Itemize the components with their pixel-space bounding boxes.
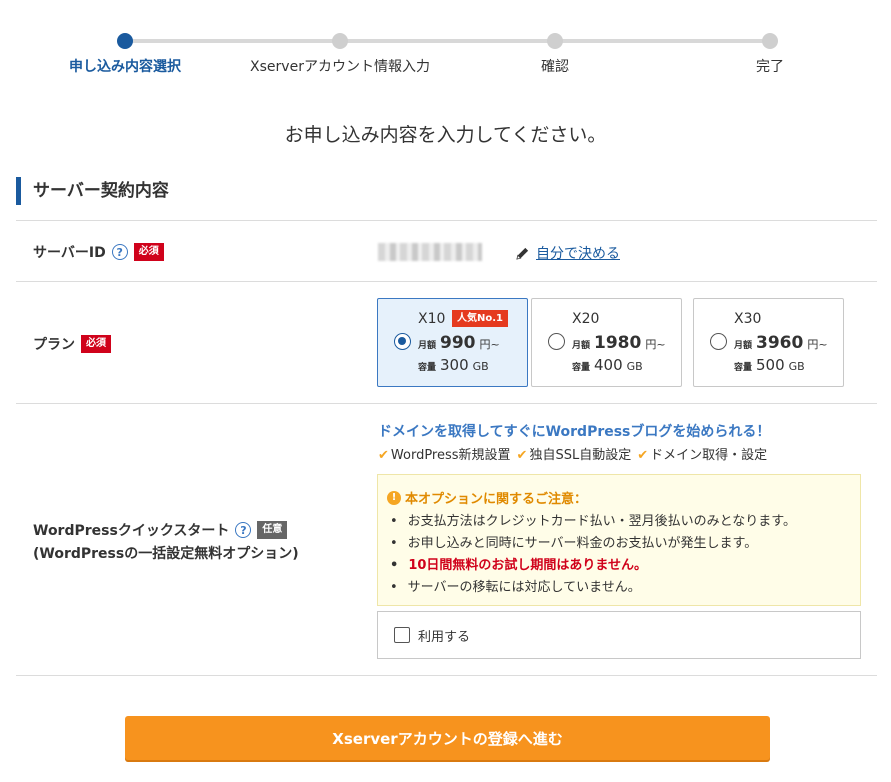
plan-radio-x10[interactable]: [394, 333, 411, 350]
check-icon: ✔: [516, 448, 528, 463]
progress-stepper: 申し込み内容選択 Xserverアカウント情報入力 確認 完了: [0, 0, 891, 90]
plan-label: プラン 必須: [33, 334, 111, 354]
capacity-line: 容量 400 GB: [572, 356, 643, 374]
plan-name: X10: [418, 311, 446, 327]
custom-id-link[interactable]: 自分で決める: [515, 243, 620, 263]
wp-promo-text: ドメインを取得してすぐにWordPressブログを始められる！: [378, 424, 771, 440]
price-line: 月額 990 円~: [418, 333, 500, 353]
wp-feature-list: ✔ WordPress新規設置 ✔ 独自SSL自動設定 ✔ ドメイン取得・設定: [378, 444, 767, 463]
price-line: 月額 3960 円~: [734, 333, 828, 353]
feature-item: ✔ ドメイン取得・設定: [637, 444, 767, 463]
use-checkbox[interactable]: [394, 627, 410, 643]
caution-item-highlight: 10日間無料のお試し期間はありません。: [390, 555, 796, 577]
page-headline: お申し込み内容を入力してください。: [284, 124, 607, 146]
popular-badge: 人気No.1: [452, 310, 508, 327]
caution-item: お支払方法はクレジットカード払い・翌月後払いのみとなります。: [390, 511, 796, 533]
divider: [16, 675, 877, 676]
capacity-line: 容量 300 GB: [418, 356, 489, 374]
check-icon: ✔: [378, 448, 389, 463]
check-icon: ✔: [637, 448, 649, 463]
step-2-dot: [332, 33, 348, 49]
caution-item: お申し込みと同時にサーバー料金のお支払いが発生します。: [390, 533, 796, 555]
use-checkbox-label[interactable]: 利用する: [418, 626, 470, 645]
price-unit: 円~: [645, 338, 666, 351]
wp-quickstart-sublabel: (WordPressの一括設定無料オプション): [33, 546, 299, 562]
plan-name: X30: [734, 311, 762, 327]
capacity-unit: GB: [626, 360, 643, 373]
required-badge: 必須: [81, 335, 111, 353]
section-title: サーバー契約内容: [16, 177, 169, 205]
wp-quickstart-label-text: WordPressクイックスタート: [33, 523, 230, 539]
plan-capacity: 300: [440, 356, 469, 374]
plan-card-x10[interactable]: X10 人気No.1 月額 990 円~ 容量 300 GB: [377, 298, 528, 387]
plan-radio-x30[interactable]: [710, 333, 727, 350]
caution-title-text: 本オプションに関するご注意：: [405, 492, 588, 507]
required-badge: 必須: [133, 243, 164, 261]
divider: [16, 281, 877, 282]
plan-price: 3960: [756, 333, 804, 353]
help-icon[interactable]: ?: [235, 522, 252, 538]
step-1-dot: [117, 33, 133, 49]
step-2-label: Xserverアカウント情報入力: [250, 59, 430, 75]
proceed-button[interactable]: Xserverアカウントの登録へ進む: [125, 716, 770, 760]
stepper-track: [125, 39, 770, 43]
plan-name: X20: [572, 311, 600, 327]
help-icon[interactable]: ?: [111, 244, 128, 260]
step-3-dot: [547, 33, 563, 49]
capacity-label: 容量: [418, 363, 437, 373]
caution-list: お支払方法はクレジットカード払い・翌月後払いのみとなります。 お申し込みと同時に…: [390, 511, 796, 599]
caution-box: ! 本オプションに関するご注意： お支払方法はクレジットカード払い・翌月後払いの…: [377, 474, 861, 606]
custom-id-link-text[interactable]: 自分で決める: [536, 243, 620, 263]
server-id-value: [378, 243, 482, 261]
feature-text: WordPress新規設置: [390, 448, 511, 463]
warning-icon: !: [387, 490, 401, 505]
caution-item: サーバーの移転には対応していません。: [390, 577, 796, 599]
capacity-unit: GB: [788, 360, 805, 373]
monthly-label: 月額: [418, 341, 437, 351]
divider: [16, 403, 877, 404]
use-option-box[interactable]: 利用する: [377, 611, 861, 659]
feature-item: ✔ 独自SSL自動設定: [517, 444, 632, 463]
caution-title: ! 本オプションに関するご注意：: [387, 488, 587, 507]
step-4-label: 完了: [756, 59, 784, 75]
plan-card-x30[interactable]: X30 月額 3960 円~ 容量 500 GB: [693, 298, 844, 387]
price-unit: 円~: [807, 338, 828, 351]
monthly-label: 月額: [734, 341, 753, 351]
feature-item: ✔ WordPress新規設置: [378, 444, 511, 463]
plan-capacity: 400: [594, 356, 623, 374]
monthly-label: 月額: [572, 341, 591, 351]
plan-radio-x20[interactable]: [548, 333, 565, 350]
capacity-label: 容量: [734, 363, 753, 373]
feature-text: 独自SSL自動設定: [529, 448, 632, 463]
server-id-label-text: サーバーID: [33, 245, 106, 261]
plan-label-text: プラン: [33, 337, 75, 353]
optional-badge: 任意: [257, 521, 288, 539]
capacity-unit: GB: [472, 360, 489, 373]
wp-quickstart-label: WordPressクイックスタート ? 任意: [33, 520, 288, 540]
plan-capacity: 500: [756, 356, 785, 374]
divider: [16, 220, 877, 221]
price-line: 月額 1980 円~: [572, 333, 666, 353]
step-3-label: 確認: [541, 59, 569, 75]
plan-price: 1980: [594, 333, 642, 353]
capacity-label: 容量: [572, 363, 591, 373]
capacity-line: 容量 500 GB: [734, 356, 805, 374]
feature-text: ドメイン取得・設定: [650, 448, 768, 463]
pencil-icon: [516, 247, 529, 260]
server-id-label: サーバーID ? 必須: [33, 242, 164, 262]
price-unit: 円~: [479, 338, 500, 351]
step-4-dot: [762, 33, 778, 49]
step-1-label: 申し込み内容選択: [69, 59, 181, 75]
plan-price: 990: [440, 333, 476, 353]
plan-card-x20[interactable]: X20 月額 1980 円~ 容量 400 GB: [531, 298, 682, 387]
